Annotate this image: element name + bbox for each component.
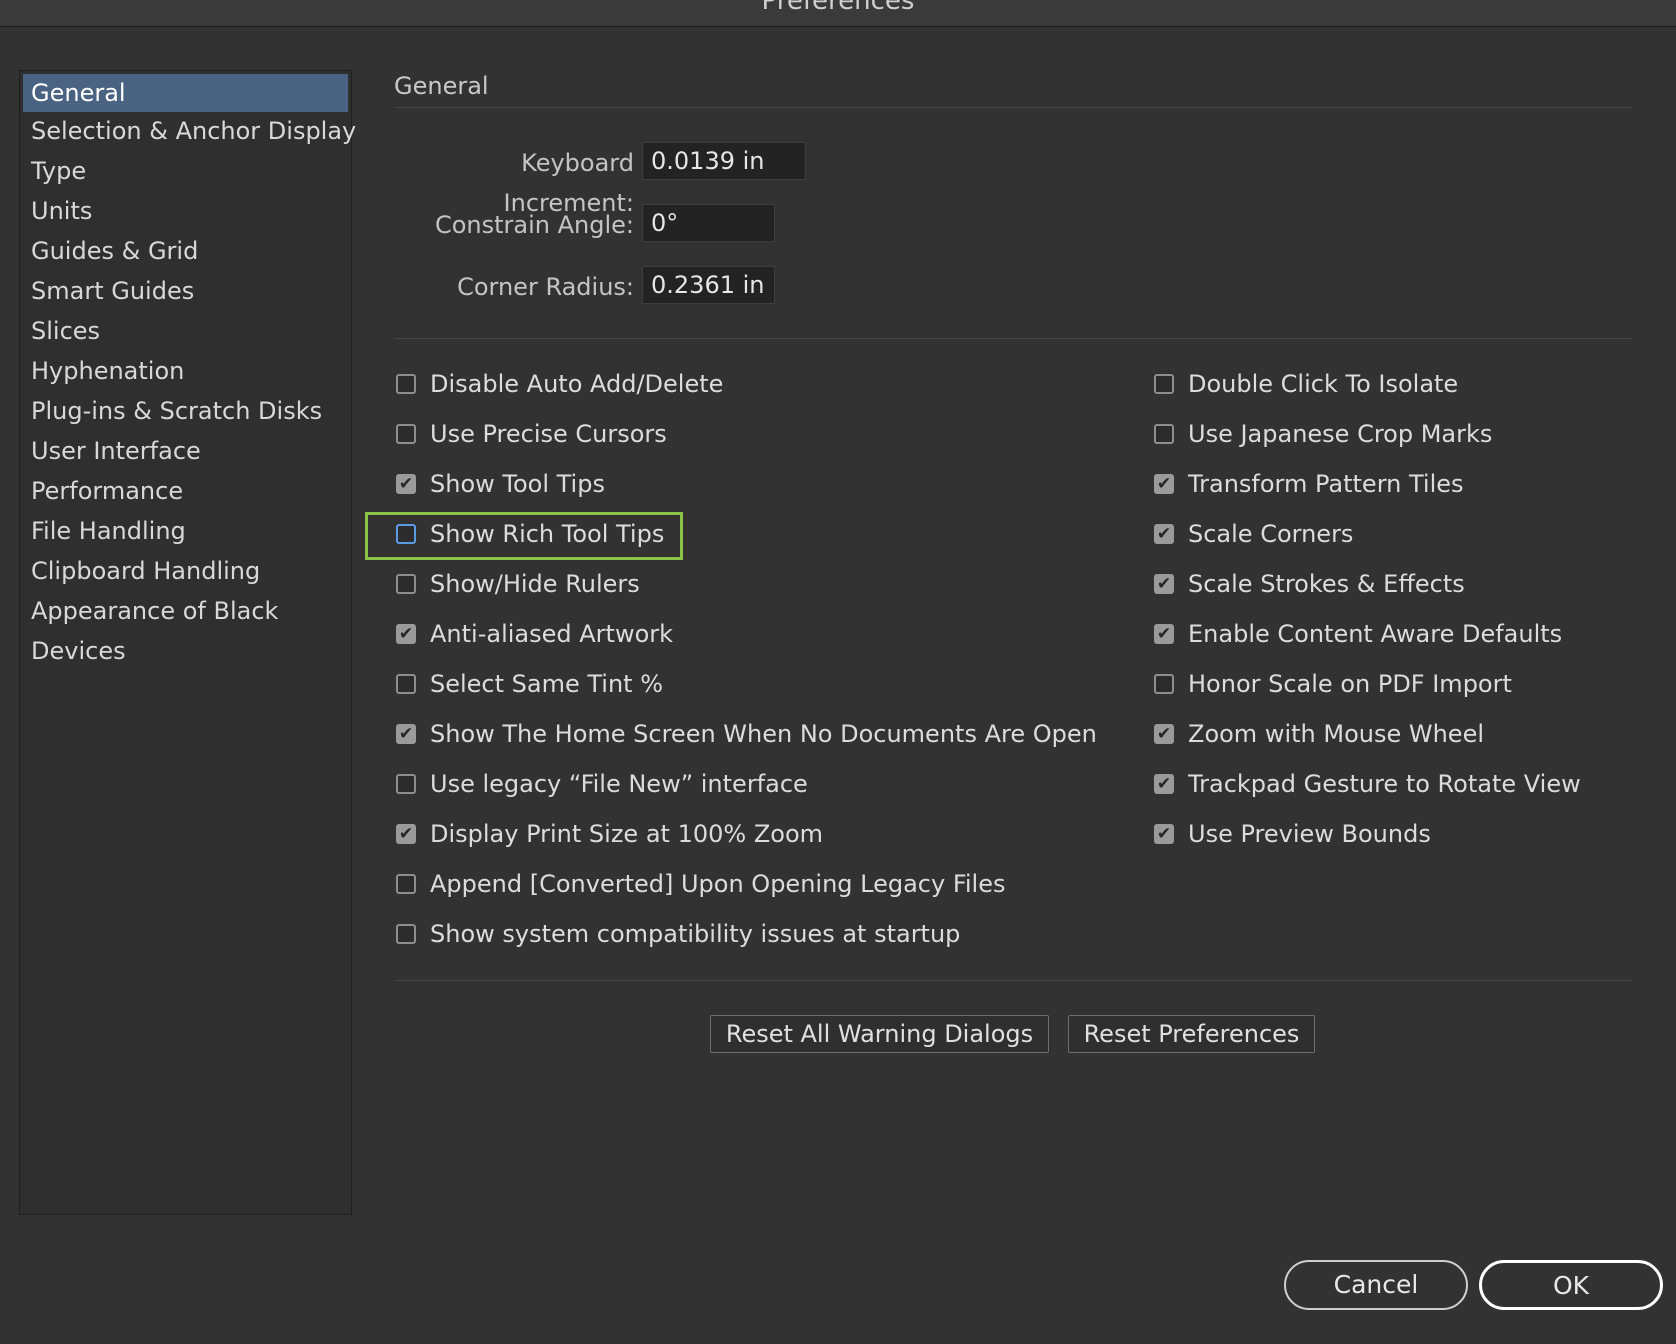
option-honor-scale-pdf-import[interactable]: Honor Scale on PDF Import bbox=[1154, 664, 1512, 704]
option-label: Display Print Size at 100% Zoom bbox=[430, 820, 823, 848]
sidebar-item-appearance-of-black[interactable]: Appearance of Black bbox=[23, 592, 348, 630]
option-use-preview-bounds[interactable]: Use Preview Bounds bbox=[1154, 814, 1431, 854]
checkbox[interactable] bbox=[396, 774, 416, 794]
option-select-same-tint[interactable]: Select Same Tint % bbox=[396, 664, 663, 704]
checkbox[interactable] bbox=[1154, 674, 1174, 694]
checkbox[interactable] bbox=[396, 474, 416, 494]
option-label: Show system compatibility issues at star… bbox=[430, 920, 961, 948]
checkbox[interactable] bbox=[1154, 774, 1174, 794]
option-label: Use legacy “File New” interface bbox=[430, 770, 808, 798]
option-use-legacy-file-new[interactable]: Use legacy “File New” interface bbox=[396, 764, 808, 804]
sidebar-item-file-handling[interactable]: File Handling bbox=[23, 512, 348, 550]
option-transform-pattern-tiles[interactable]: Transform Pattern Tiles bbox=[1154, 464, 1464, 504]
cancel-button[interactable]: Cancel bbox=[1284, 1260, 1468, 1310]
checkbox[interactable] bbox=[1154, 824, 1174, 844]
option-label: Show The Home Screen When No Documents A… bbox=[430, 720, 1097, 748]
checkbox[interactable] bbox=[396, 574, 416, 594]
option-show-home-screen[interactable]: Show The Home Screen When No Documents A… bbox=[396, 714, 1097, 754]
highlight-box bbox=[365, 512, 683, 560]
option-label: Use Precise Cursors bbox=[430, 420, 667, 448]
option-label: Zoom with Mouse Wheel bbox=[1188, 720, 1485, 748]
option-zoom-with-mouse-wheel[interactable]: Zoom with Mouse Wheel bbox=[1154, 714, 1484, 754]
option-scale-strokes-effects[interactable]: Scale Strokes & Effects bbox=[1154, 564, 1465, 604]
option-label: Show Tool Tips bbox=[430, 470, 605, 498]
constrain-angle-input[interactable]: 0° bbox=[642, 204, 775, 242]
section-title: General bbox=[394, 72, 489, 100]
option-append-converted[interactable]: Append [Converted] Upon Opening Legacy F… bbox=[396, 864, 1006, 904]
sidebar-item-smart-guides[interactable]: Smart Guides bbox=[23, 272, 348, 310]
option-trackpad-gesture-rotate[interactable]: Trackpad Gesture to Rotate View bbox=[1154, 764, 1581, 804]
keyboard-increment-input[interactable]: 0.0139 in bbox=[642, 142, 806, 180]
checkbox[interactable] bbox=[1154, 624, 1174, 644]
sidebar-item-performance[interactable]: Performance bbox=[23, 472, 348, 510]
ok-button[interactable]: OK bbox=[1479, 1260, 1663, 1310]
option-label: Append [Converted] Upon Opening Legacy F… bbox=[430, 870, 1006, 898]
option-label: Select Same Tint % bbox=[430, 670, 664, 698]
preferences-sidebar: General Selection & Anchor Display Type … bbox=[19, 70, 356, 1215]
option-scale-corners[interactable]: Scale Corners bbox=[1154, 514, 1353, 554]
checkbox[interactable] bbox=[1154, 724, 1174, 744]
sidebar-item-type[interactable]: Type bbox=[23, 152, 348, 190]
option-anti-aliased-artwork[interactable]: Anti-aliased Artwork bbox=[396, 614, 673, 654]
reset-preferences-button[interactable]: Reset Preferences bbox=[1068, 1015, 1315, 1053]
checkbox[interactable] bbox=[396, 924, 416, 944]
sidebar-item-plugins-scratch-disks[interactable]: Plug-ins & Scratch Disks bbox=[23, 392, 348, 430]
sidebar-item-units[interactable]: Units bbox=[23, 192, 348, 230]
sidebar-item-clipboard-handling[interactable]: Clipboard Handling bbox=[23, 552, 348, 590]
general-panel: General Keyboard Increment: 0.0139 in Co… bbox=[365, 0, 1634, 1344]
option-label: Use Preview Bounds bbox=[1188, 820, 1431, 848]
option-double-click-to-isolate[interactable]: Double Click To Isolate bbox=[1154, 364, 1458, 404]
corner-radius-label: Corner Radius: bbox=[457, 273, 634, 301]
option-disable-auto-add-delete[interactable]: Disable Auto Add/Delete bbox=[396, 364, 723, 404]
option-label: Scale Corners bbox=[1188, 520, 1354, 548]
checkbox[interactable] bbox=[396, 874, 416, 894]
option-display-print-size[interactable]: Display Print Size at 100% Zoom bbox=[396, 814, 823, 854]
option-label: Trackpad Gesture to Rotate View bbox=[1188, 770, 1581, 798]
option-label: Show/Hide Rulers bbox=[430, 570, 640, 598]
sidebar-item-selection-anchor-display[interactable]: Selection & Anchor Display bbox=[23, 112, 356, 150]
checkbox[interactable] bbox=[1154, 474, 1174, 494]
option-label: Use Japanese Crop Marks bbox=[1188, 420, 1493, 448]
option-label: Double Click To Isolate bbox=[1188, 370, 1459, 398]
option-enable-content-aware-defaults[interactable]: Enable Content Aware Defaults bbox=[1154, 614, 1562, 654]
checkbox[interactable] bbox=[396, 424, 416, 444]
option-label: Enable Content Aware Defaults bbox=[1188, 620, 1563, 648]
divider bbox=[394, 980, 1632, 981]
reset-all-warning-dialogs-button[interactable]: Reset All Warning Dialogs bbox=[710, 1015, 1049, 1053]
option-show-tool-tips[interactable]: Show Tool Tips bbox=[396, 464, 605, 504]
checkbox[interactable] bbox=[396, 824, 416, 844]
sidebar-item-hyphenation[interactable]: Hyphenation bbox=[23, 352, 348, 390]
checkbox[interactable] bbox=[396, 624, 416, 644]
sidebar-item-general[interactable]: General bbox=[23, 74, 348, 112]
divider bbox=[394, 338, 1632, 339]
option-label: Honor Scale on PDF Import bbox=[1188, 670, 1512, 698]
corner-radius-input[interactable]: 0.2361 in bbox=[642, 266, 775, 304]
option-label: Disable Auto Add/Delete bbox=[430, 370, 724, 398]
sidebar-item-devices[interactable]: Devices bbox=[23, 632, 348, 670]
option-use-precise-cursors[interactable]: Use Precise Cursors bbox=[396, 414, 667, 454]
checkbox[interactable] bbox=[1154, 574, 1174, 594]
checkbox[interactable] bbox=[396, 374, 416, 394]
option-show-compatibility-issues[interactable]: Show system compatibility issues at star… bbox=[396, 914, 960, 954]
checkbox[interactable] bbox=[396, 674, 416, 694]
checkbox[interactable] bbox=[1154, 424, 1174, 444]
checkbox[interactable] bbox=[396, 724, 416, 744]
option-label: Transform Pattern Tiles bbox=[1188, 470, 1464, 498]
option-show-hide-rulers[interactable]: Show/Hide Rulers bbox=[396, 564, 640, 604]
divider bbox=[394, 107, 1632, 108]
checkbox[interactable] bbox=[1154, 374, 1174, 394]
option-label: Anti-aliased Artwork bbox=[430, 620, 674, 648]
sidebar-item-user-interface[interactable]: User Interface bbox=[23, 432, 348, 470]
option-label: Scale Strokes & Effects bbox=[1188, 570, 1465, 598]
sidebar-item-slices[interactable]: Slices bbox=[23, 312, 348, 350]
constrain-angle-label: Constrain Angle: bbox=[434, 211, 634, 239]
sidebar-item-guides-grid[interactable]: Guides & Grid bbox=[23, 232, 348, 270]
checkbox[interactable] bbox=[1154, 524, 1174, 544]
option-use-japanese-crop-marks[interactable]: Use Japanese Crop Marks bbox=[1154, 414, 1492, 454]
